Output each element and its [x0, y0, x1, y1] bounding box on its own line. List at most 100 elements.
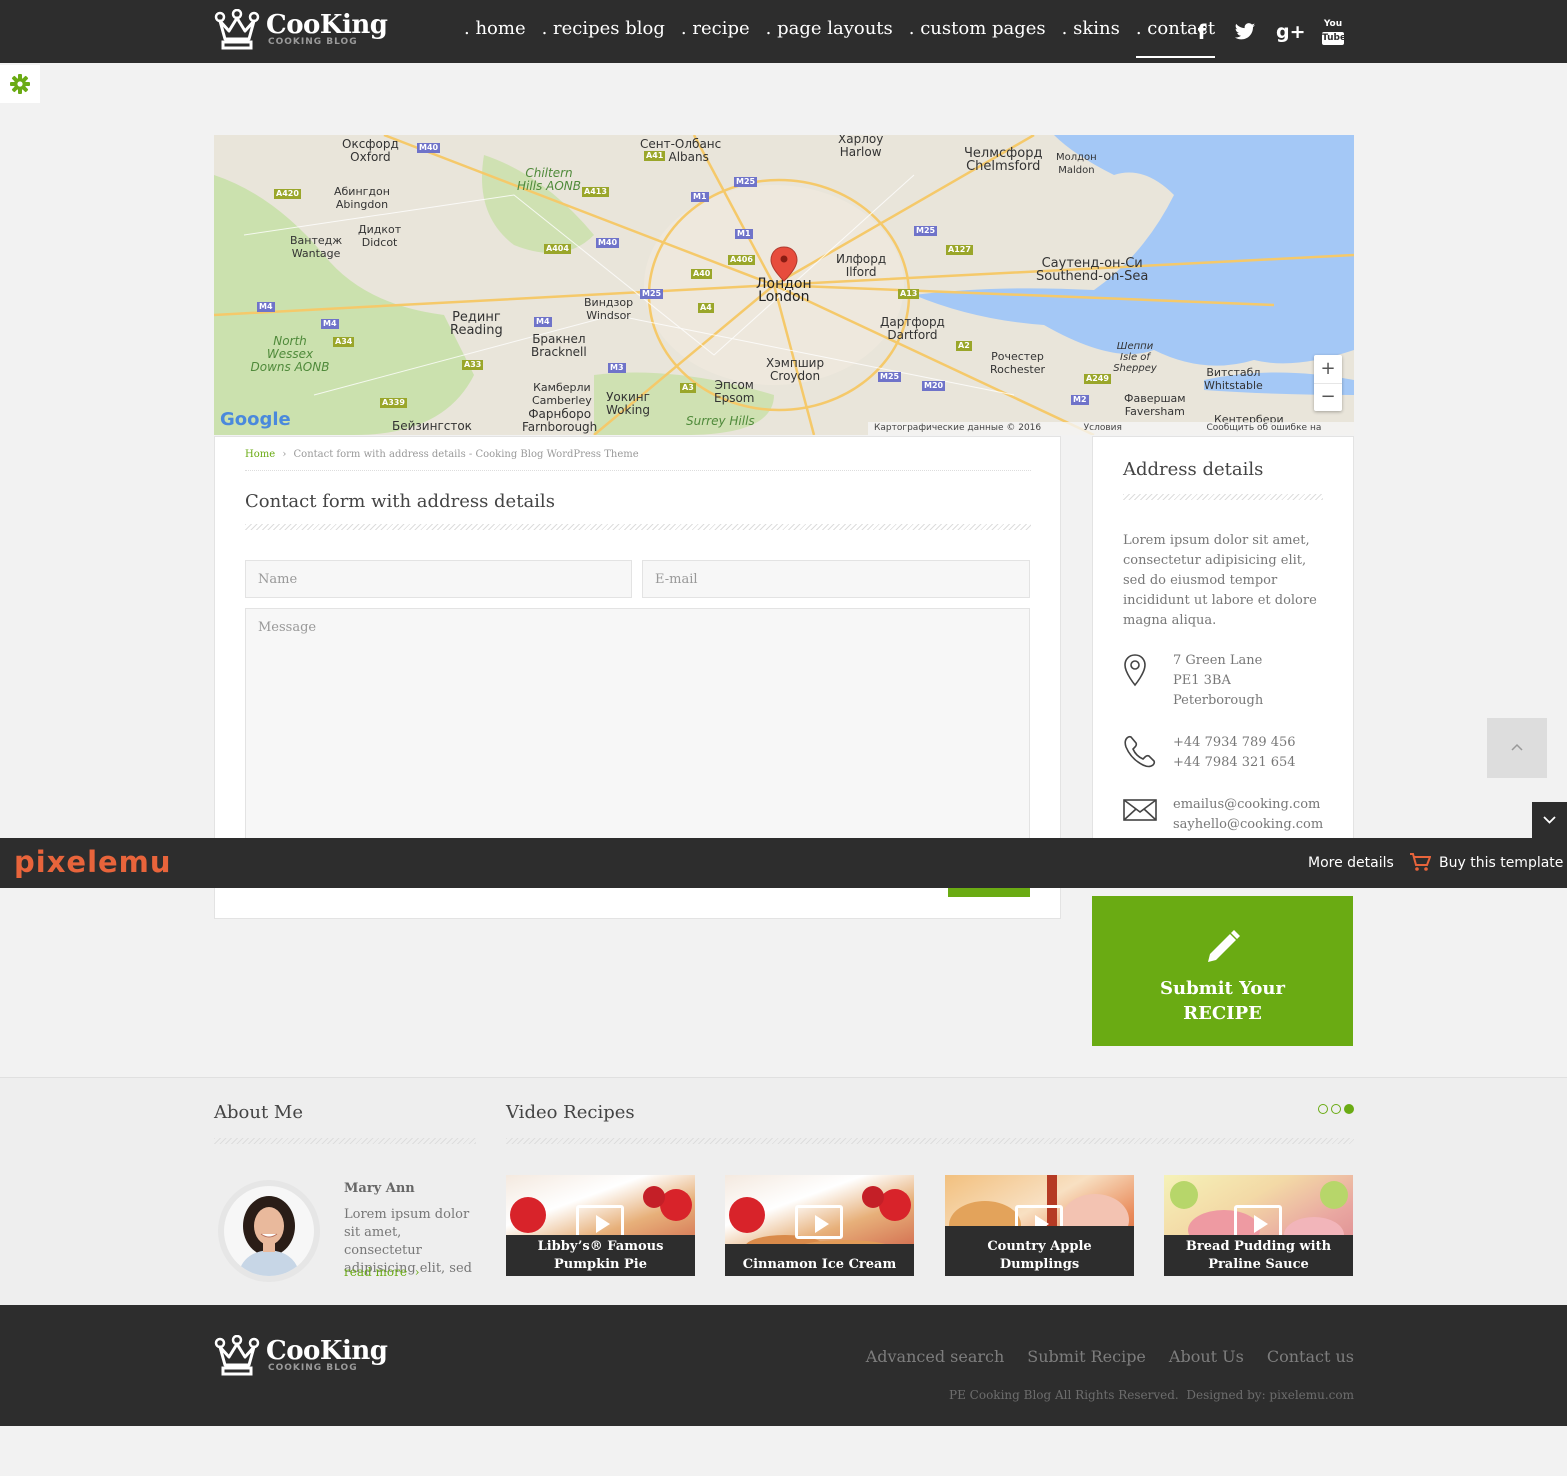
- youtube-icon[interactable]: You Tube: [1322, 19, 1347, 45]
- carousel-dot-active[interactable]: [1344, 1104, 1354, 1114]
- crown-icon: [214, 9, 260, 50]
- breadcrumb-home-link[interactable]: Home: [245, 449, 275, 460]
- road-badge: M25: [878, 372, 902, 382]
- twitter-icon[interactable]: [1234, 22, 1256, 42]
- video-card-title: Libby’s® Famous Pumpkin Pie: [506, 1235, 695, 1276]
- road-badge: M25: [914, 226, 938, 236]
- email-field[interactable]: E-mail: [642, 560, 1030, 598]
- road-badge: M4: [534, 317, 552, 327]
- map-label-en: Abingdon: [335, 198, 389, 211]
- phone-number-2[interactable]: +44 7984 321 654: [1173, 753, 1296, 773]
- road-badge: M4: [321, 319, 339, 329]
- style-switcher-toggle[interactable]: [0, 65, 40, 103]
- map-label-ru: Камберли: [533, 381, 591, 394]
- footer-link-submit-recipe[interactable]: Submit Recipe: [1027, 1347, 1146, 1366]
- map-label-en: Epsom: [714, 391, 755, 405]
- main-nav: . home . recipes blog . recipe . page la…: [464, 18, 1216, 58]
- footer-link-contact-us[interactable]: Contact us: [1267, 1347, 1354, 1366]
- chevron-right-icon: ›: [414, 1265, 420, 1279]
- about-divider: [214, 1138, 476, 1144]
- email-address-1[interactable]: emailus@cooking.com: [1173, 795, 1323, 815]
- promo-collapse-button[interactable]: [1532, 802, 1567, 838]
- nav-recipes-blog[interactable]: . recipes blog: [542, 18, 665, 58]
- site-logo[interactable]: CooKing COOKING BLOG: [214, 9, 388, 51]
- facebook-icon[interactable]: f: [1190, 20, 1214, 44]
- map-label-en: Maldon: [1058, 165, 1095, 176]
- read-more-link[interactable]: read more ›: [344, 1265, 420, 1279]
- map-label-en: Rochester: [990, 363, 1045, 376]
- video-recipes-title: Video Recipes: [506, 1102, 635, 1123]
- google-plus-icon[interactable]: g+: [1276, 20, 1306, 44]
- zoom-in-button[interactable]: +: [1314, 355, 1342, 383]
- more-details-link[interactable]: More details: [1308, 855, 1394, 871]
- footer-link-about-us[interactable]: About Us: [1169, 1347, 1244, 1366]
- map-label-ru: Вантедж: [290, 234, 343, 247]
- map-label-ru: Фарнборо: [528, 407, 592, 421]
- email-address-2[interactable]: sayhello@cooking.com: [1173, 815, 1323, 835]
- map-label-en: Croydon: [770, 369, 821, 383]
- submit-recipe-button[interactable]: Submit Your RECIPE: [1092, 896, 1353, 1046]
- map-label-ru: Шеппи: [1116, 341, 1154, 352]
- video-card-title: Bread Pudding with Praline Sauce: [1164, 1235, 1353, 1276]
- map-label-en: Harlow: [839, 145, 882, 159]
- buy-template-link[interactable]: Buy this template: [1439, 855, 1563, 871]
- video-card[interactable]: Cinnamon Ice Cream: [725, 1175, 914, 1276]
- map-label-en: Faversham: [1124, 405, 1185, 418]
- envelope-icon: [1123, 799, 1157, 821]
- carousel-dot[interactable]: [1318, 1104, 1328, 1114]
- footer-logo[interactable]: CooKing COOKING BLOG: [214, 1335, 388, 1377]
- map-label-en: Isle of Sheppey: [1113, 352, 1157, 374]
- back-to-top-button[interactable]: [1487, 718, 1547, 778]
- map-label-en: Chelmsford: [966, 159, 1041, 174]
- widget-title: Address details: [1123, 459, 1264, 480]
- road-badge: M1: [691, 192, 709, 202]
- avatar: [218, 1180, 320, 1282]
- map-area-label: Chiltern Hills AONB: [517, 166, 581, 193]
- nav-skins[interactable]: . skins: [1062, 18, 1120, 58]
- location-map[interactable]: Оксфорд Oxford Сент-Олбанс St Albans Харло…: [214, 135, 1354, 435]
- map-label-en: Ilford: [845, 265, 877, 279]
- gear-icon: [10, 74, 30, 94]
- map-area-label: Surrey Hills: [686, 414, 755, 428]
- road-badge: A33: [462, 360, 484, 370]
- road-badge: A404: [544, 244, 571, 254]
- footer-nav: Advanced search Submit Recipe About Us C…: [866, 1347, 1354, 1366]
- footer-link-advanced-search[interactable]: Advanced search: [866, 1347, 1005, 1366]
- address-details-widget: Address details Lorem ipsum dolor sit am…: [1092, 436, 1354, 846]
- copyright: PE Cooking Blog All Rights Reserved. Des…: [949, 1388, 1354, 1402]
- address-lines: 7 Green Lane PE1 3BA Peterborough: [1173, 651, 1263, 711]
- pixelemu-logo[interactable]: pixelemu: [14, 846, 172, 878]
- map-label-ru: Виндзор: [584, 296, 634, 309]
- message-field[interactable]: Message: [245, 608, 1030, 848]
- carousel-dot[interactable]: [1331, 1104, 1341, 1114]
- phone-number-1[interactable]: +44 7934 789 456: [1173, 733, 1296, 753]
- play-icon: [576, 1205, 624, 1239]
- map-label-en: Reading: [450, 323, 503, 338]
- map-label-en: Didcot: [361, 236, 398, 249]
- map-label-ru: Рочестер: [991, 350, 1044, 363]
- nav-recipe[interactable]: . recipe: [681, 18, 750, 58]
- road-badge: A13: [898, 289, 920, 299]
- road-badge: A2: [956, 341, 972, 351]
- nav-page-layouts[interactable]: . page layouts: [766, 18, 893, 58]
- video-card[interactable]: Bread Pudding with Praline Sauce: [1164, 1175, 1353, 1276]
- video-card[interactable]: Country Apple Dumplings: [945, 1175, 1134, 1276]
- nav-home[interactable]: . home: [464, 18, 526, 58]
- map-terms-link[interactable]: Условия использования: [1084, 422, 1194, 435]
- breadcrumb-separator: ›: [282, 449, 287, 460]
- map-label-en: Camberley: [532, 394, 592, 407]
- chevron-down-icon: [1543, 816, 1556, 824]
- name-field[interactable]: Name: [245, 560, 632, 598]
- send-button[interactable]: [948, 887, 1030, 897]
- road-badge: M2: [1071, 395, 1089, 405]
- nav-custom-pages[interactable]: . custom pages: [909, 18, 1046, 58]
- map-label-en: Bracknell: [531, 345, 587, 359]
- video-card[interactable]: Libby’s® Famous Pumpkin Pie: [506, 1175, 695, 1276]
- road-badge: A127: [946, 245, 973, 255]
- phone-numbers: +44 7934 789 456 +44 7984 321 654: [1173, 733, 1296, 773]
- map-report-link[interactable]: Сообщить об ошибке на карте: [1206, 422, 1348, 435]
- youtube-bottom-text: Tube: [1322, 32, 1347, 45]
- zoom-out-button[interactable]: −: [1314, 383, 1342, 411]
- map-label-ru: Молдон: [1056, 152, 1097, 163]
- map-label-en: Southend-on-Sea: [1036, 269, 1149, 284]
